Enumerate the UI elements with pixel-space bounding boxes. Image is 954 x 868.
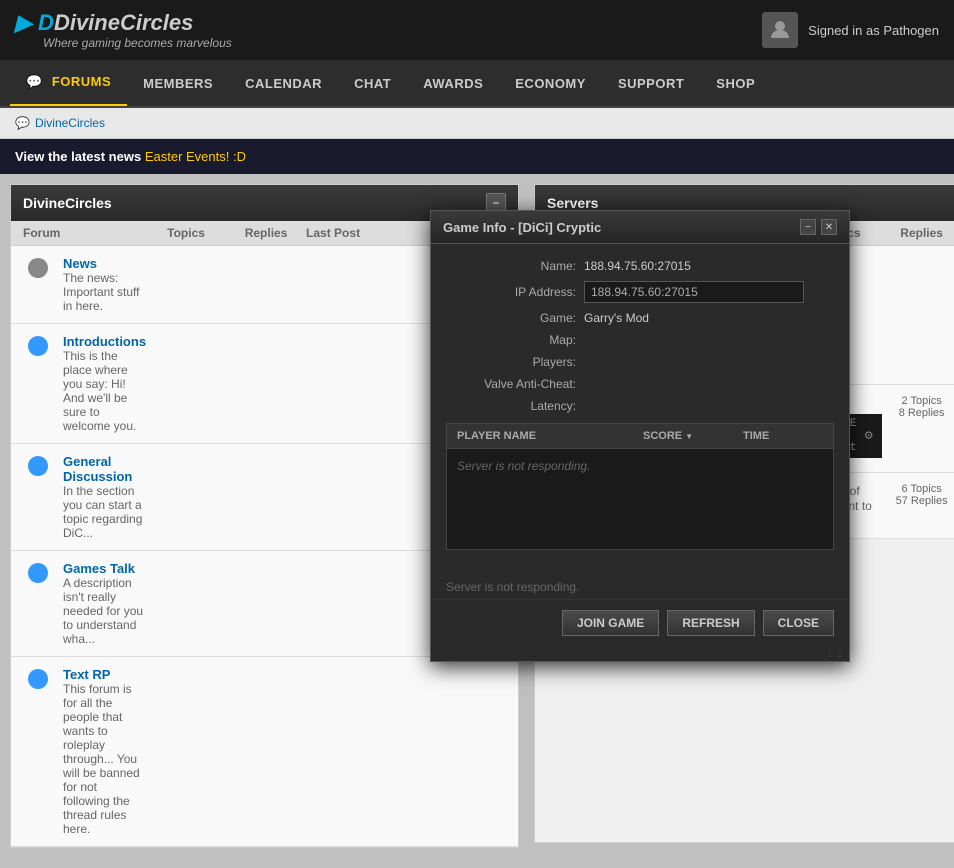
forum-stats-ttt: 2 Topics 8 Replies: [882, 395, 954, 419]
pt-col-score-label: SCORE ▼: [643, 430, 743, 442]
logo[interactable]: ▶ DDivineCircles: [15, 10, 232, 36]
forum-name-text-rp[interactable]: Text RP: [63, 667, 146, 682]
logo-area: ▶ DDivineCircles Where gaming becomes ma…: [15, 10, 232, 50]
forum-stats-minecraft: 6 Topics 57 Replies: [882, 483, 954, 507]
forum-name-news[interactable]: News: [63, 256, 146, 271]
sort-icon: ▼: [685, 432, 693, 441]
refresh-button[interactable]: REFRESH: [667, 610, 754, 636]
news-bar: View the latest news Easter Events! :D: [0, 139, 954, 174]
modal-titlebar: Game Info - [DiCi] Cryptic − ✕: [431, 211, 849, 244]
map-label: Map:: [446, 333, 576, 347]
server-status-msg: Server is not responding.: [431, 575, 849, 599]
status-icon-general: [28, 456, 48, 476]
breadcrumb-home[interactable]: DivineCircles: [35, 116, 105, 130]
resize-handle[interactable]: ⋮⋮: [431, 646, 849, 661]
forum-info-news: News The news: Important stuff in here.: [63, 256, 146, 313]
info-row-name: Name: 188.94.75.60:27015: [446, 259, 834, 273]
forum-name-general[interactable]: General Discussion: [63, 454, 146, 484]
player-table: PLAYER NAME SCORE ▼ TIME Server is not r…: [446, 423, 834, 550]
modal-body: Name: 188.94.75.60:27015 IP Address: Gam…: [431, 244, 849, 575]
game-info-modal: Game Info - [DiCi] Cryptic − ✕ Name: 188…: [430, 210, 850, 662]
status-icon-text-rp: [28, 669, 48, 689]
section-title-main: DivineCircles: [23, 195, 112, 211]
section-title-servers: Servers: [547, 195, 598, 211]
breadcrumb-icon: 💬: [15, 116, 30, 130]
col-replies-label: Replies: [226, 226, 306, 240]
user-area: Signed in as Pathogen: [762, 12, 939, 48]
ip-input[interactable]: [584, 281, 804, 303]
forum-row-text-rp: Text RP This forum is for all the people…: [11, 657, 518, 847]
nav-economy[interactable]: ECONOMY: [499, 62, 602, 105]
signed-in-label: Signed in as Pathogen: [808, 23, 939, 38]
info-row-vac: Valve Anti-Cheat:: [446, 377, 834, 391]
modal-close-btn[interactable]: ✕: [821, 219, 837, 235]
forum-icon-general: [23, 456, 53, 476]
logo-tagline: Where gaming becomes marvelous: [15, 36, 232, 50]
forums-icon: 💬: [26, 74, 43, 89]
info-row-map: Map:: [446, 333, 834, 347]
status-icon-intro: [28, 336, 48, 356]
modal-controls: − ✕: [800, 219, 837, 235]
forum-name-games-talk[interactable]: Games Talk: [63, 561, 146, 576]
status-icon-games-talk: [28, 563, 48, 583]
forum-desc-general: In the section you can start a topic reg…: [63, 484, 146, 540]
info-row-game: Game: Garry's Mod: [446, 311, 834, 325]
nav-support[interactable]: SUPPORT: [602, 62, 700, 105]
forum-name-intro[interactable]: Introductions: [63, 334, 146, 349]
game-value: Garry's Mod: [584, 311, 834, 325]
forum-info-games-talk: Games Talk A description isn't really ne…: [63, 561, 146, 646]
status-icon-news: [28, 258, 48, 278]
close-button[interactable]: CLOSE: [763, 610, 834, 636]
pt-col-time-label: TIME: [743, 430, 823, 442]
news-text: Easter Events! :D: [145, 149, 246, 164]
forum-desc-news: The news: Important stuff in here.: [63, 271, 146, 313]
forum-info-text-rp: Text RP This forum is for all the people…: [63, 667, 146, 836]
join-game-button[interactable]: JOIN GAME: [562, 610, 659, 636]
avatar: [762, 12, 798, 48]
forum-icon-news: [23, 258, 53, 278]
info-row-ip: IP Address:: [446, 281, 834, 303]
ip-label: IP Address:: [446, 285, 576, 299]
news-prefix: View the latest news: [15, 149, 141, 164]
info-row-latency: Latency:: [446, 399, 834, 413]
forum-icon-games-talk: [23, 563, 53, 583]
info-row-players: Players:: [446, 355, 834, 369]
nav-forums[interactable]: 💬 FORUMS: [10, 60, 127, 106]
forum-desc-intro: This is the place where you say: Hi! And…: [63, 349, 146, 433]
col-replies-label-s: Replies: [882, 226, 954, 240]
player-table-header: PLAYER NAME SCORE ▼ TIME: [447, 424, 833, 449]
nav-members[interactable]: MEMBERS: [127, 62, 229, 105]
forum-desc-text-rp: This forum is for all the people that wa…: [63, 682, 146, 836]
players-label: Players:: [446, 355, 576, 369]
modal-minimize-btn[interactable]: −: [800, 219, 816, 235]
player-table-body: Server is not responding.: [447, 449, 833, 549]
nav-shop[interactable]: SHOP: [700, 62, 771, 105]
forum-info-general: General Discussion In the section you ca…: [63, 454, 146, 540]
modal-title: Game Info - [DiCi] Cryptic: [443, 220, 601, 235]
forum-icon-text-rp: [23, 669, 53, 689]
name-label: Name:: [446, 259, 576, 273]
game-label: Game:: [446, 311, 576, 325]
forum-info-intro: Introductions This is the place where yo…: [63, 334, 146, 433]
col-forum-label: Forum: [23, 226, 146, 240]
not-responding-msg: Server is not responding.: [457, 459, 590, 473]
vac-label: Valve Anti-Cheat:: [446, 377, 576, 391]
nav-chat[interactable]: CHAT: [338, 62, 407, 105]
nav-awards[interactable]: AWARDS: [407, 62, 499, 105]
modal-footer: JOIN GAME REFRESH CLOSE: [431, 599, 849, 646]
col-topics-label: Topics: [146, 226, 226, 240]
site-header: ▶ DDivineCircles Where gaming becomes ma…: [0, 0, 954, 60]
pt-col-name-label: PLAYER NAME: [457, 430, 643, 442]
name-value: 188.94.75.60:27015: [584, 259, 834, 273]
latency-label: Latency:: [446, 399, 576, 413]
forum-icon-intro: [23, 336, 53, 356]
nav-calendar[interactable]: CALENDAR: [229, 62, 338, 105]
breadcrumb: 💬 DivineCircles: [0, 108, 954, 139]
forum-desc-games-talk: A description isn't really needed for yo…: [63, 576, 146, 646]
main-nav: 💬 FORUMS MEMBERS CALENDAR CHAT AWARDS EC…: [0, 60, 954, 108]
